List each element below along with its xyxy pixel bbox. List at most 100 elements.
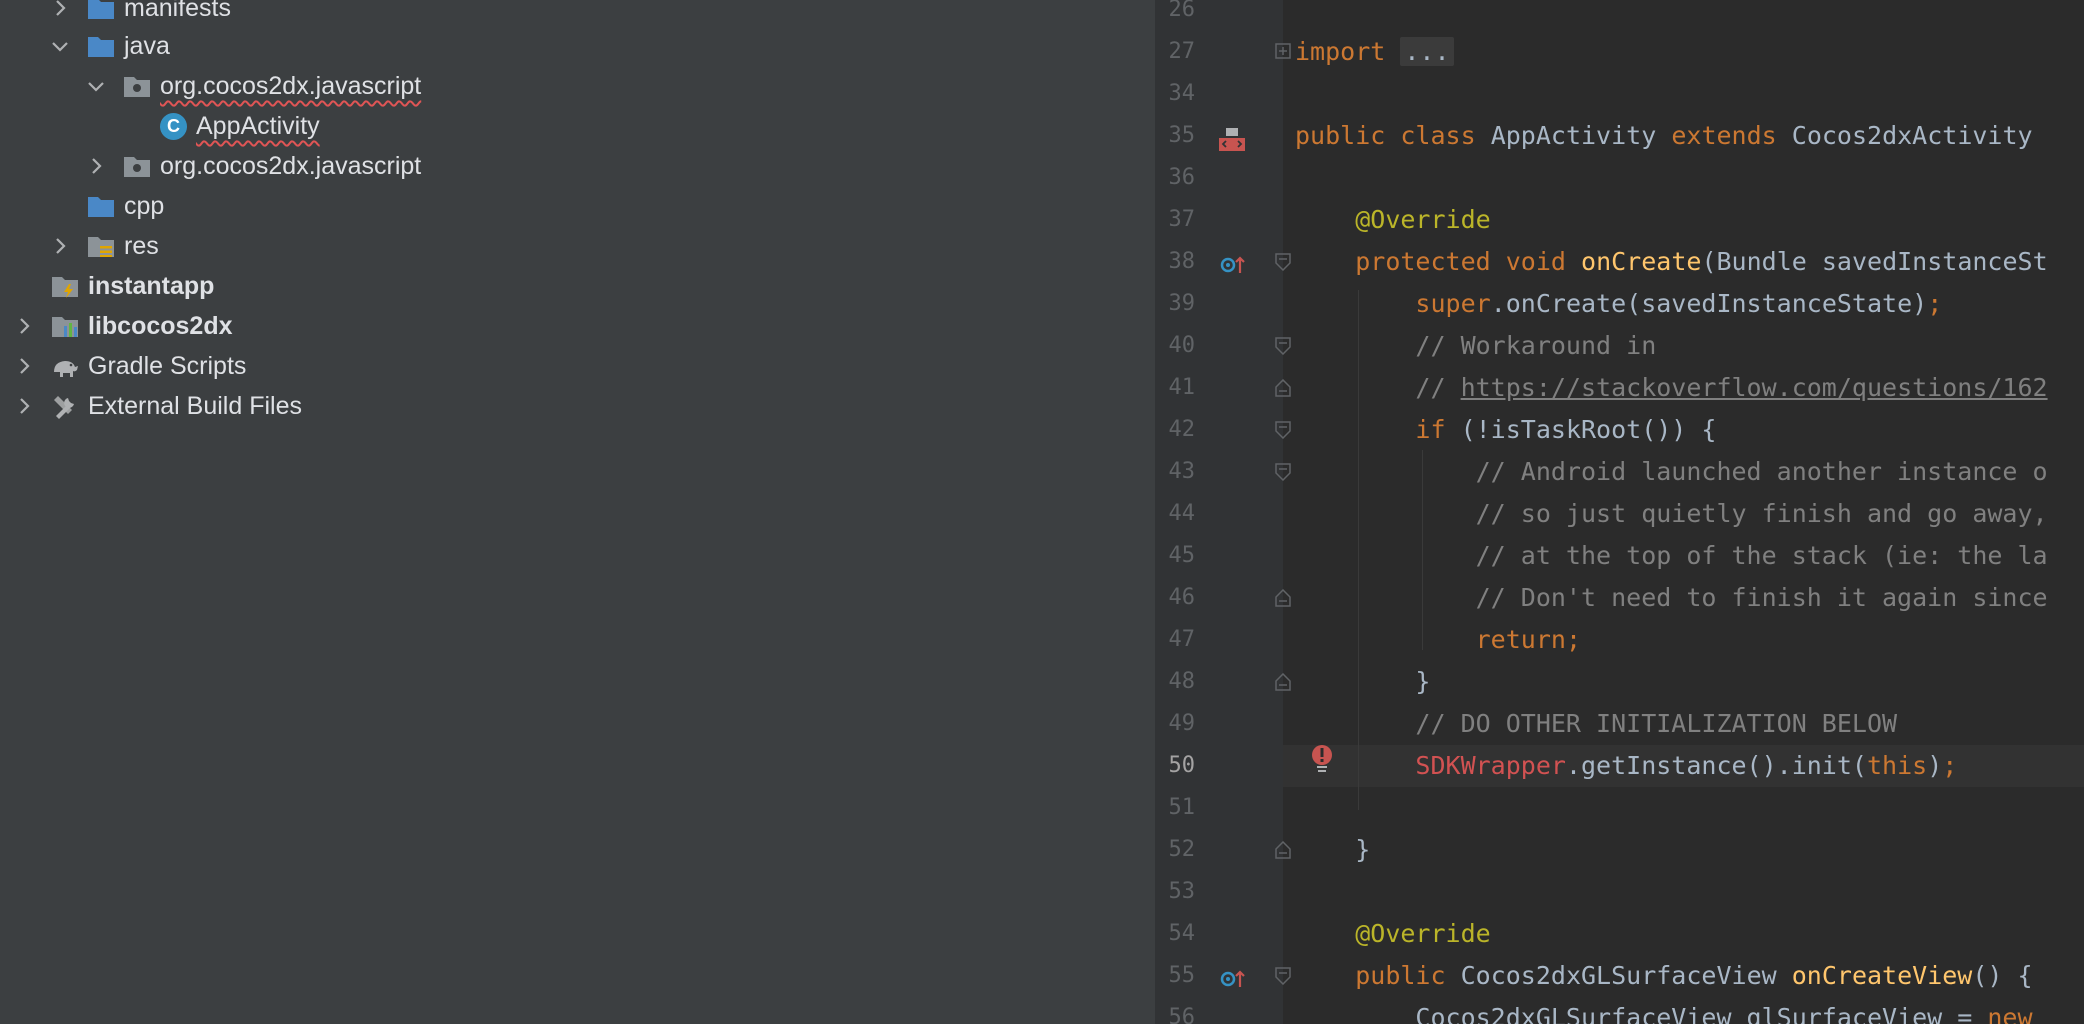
fold-end-icon[interactable]	[1275, 589, 1291, 607]
folded-imports[interactable]: ...	[1400, 37, 1454, 66]
package-folder-icon	[122, 152, 152, 180]
fold-collapse-icon[interactable]	[1275, 253, 1291, 271]
code-line[interactable]: // Workaround in	[1295, 325, 2084, 367]
fold-collapse-icon[interactable]	[1275, 421, 1291, 439]
chevron-down-icon[interactable]	[84, 74, 108, 98]
line-number: 36	[1168, 165, 1196, 190]
code-line[interactable]: // DO OTHER INITIALIZATION BELOW	[1295, 703, 2084, 745]
build-tools-icon	[50, 392, 80, 420]
line-number: 47	[1168, 627, 1196, 652]
tree-item-package[interactable]: org.cocos2dx.javascript	[0, 146, 1155, 186]
tree-item-java[interactable]: java	[0, 26, 1155, 66]
folder-icon	[86, 192, 116, 220]
package-folder-icon	[122, 72, 152, 100]
tree-item-res[interactable]: res	[0, 226, 1155, 266]
code-line[interactable]: // so just quietly finish and go away,	[1295, 493, 2084, 535]
code-line[interactable]: @Override	[1295, 913, 2084, 955]
tree-item-appactivity[interactable]: C AppActivity	[0, 106, 1155, 146]
line-number: 51	[1168, 795, 1196, 820]
code-line[interactable]: // https://stackoverflow.com/questions/1…	[1295, 367, 2084, 409]
tree-item-manifests[interactable]: manifests	[0, 0, 1155, 28]
tree-item-external-build-files[interactable]: External Build Files	[0, 386, 1155, 426]
code-line[interactable]: @Override	[1295, 199, 2084, 241]
line-number: 45	[1168, 543, 1196, 568]
tree-item-package[interactable]: org.cocos2dx.javascript	[0, 66, 1155, 106]
tree-item-label: AppActivity	[196, 112, 320, 140]
fold-collapse-icon[interactable]	[1275, 967, 1291, 985]
tree-item-label: org.cocos2dx.javascript	[160, 72, 422, 100]
code-line[interactable]: if (!isTaskRoot()) {	[1295, 409, 2084, 451]
fold-end-icon[interactable]	[1275, 673, 1291, 691]
line-number: 42	[1168, 417, 1196, 442]
code-line[interactable]: }	[1295, 829, 2084, 871]
project-tree-panel: manifests java org.cocos2dx.javascript C…	[0, 0, 1155, 1024]
code-editor[interactable]: 26 27 34 35 36 37 38 39 40 41 42 43 44 4…	[1155, 0, 2084, 1024]
tree-item-label: Gradle Scripts	[88, 352, 247, 380]
fold-end-icon[interactable]	[1275, 841, 1291, 859]
tree-item-instantapp[interactable]: instantapp	[0, 266, 1155, 306]
folder-icon	[86, 32, 116, 60]
line-number: 46	[1168, 585, 1196, 610]
code-line[interactable]	[1295, 73, 2084, 115]
folder-icon	[86, 0, 116, 22]
code-line[interactable]	[1295, 787, 2084, 829]
module-folder-icon	[50, 272, 80, 300]
tree-item-label: java	[124, 32, 170, 60]
class-icon: C	[160, 113, 187, 140]
line-number: 41	[1168, 375, 1196, 400]
line-number: 43	[1168, 459, 1196, 484]
code-line[interactable]: return;	[1295, 619, 2084, 661]
line-number: 54	[1168, 921, 1196, 946]
line-number: 39	[1168, 291, 1196, 316]
code-line[interactable]	[1295, 157, 2084, 199]
tree-item-gradle-scripts[interactable]: Gradle Scripts	[0, 346, 1155, 386]
line-number: 35	[1155, 115, 1283, 157]
line-number: 53	[1168, 879, 1196, 904]
chevron-right-icon[interactable]	[48, 0, 72, 20]
fold-collapse-icon[interactable]	[1275, 463, 1291, 481]
chevron-right-icon[interactable]	[12, 394, 36, 418]
chevron-right-icon[interactable]	[84, 154, 108, 178]
line-number: 44	[1168, 501, 1196, 526]
line-number: 34	[1168, 81, 1196, 106]
code-line[interactable]: public Cocos2dxGLSurfaceView onCreateVie…	[1295, 955, 2084, 997]
gradle-elephant-icon	[50, 352, 80, 380]
line-number: 27	[1168, 39, 1196, 64]
chevron-right-icon[interactable]	[12, 314, 36, 338]
unresolved-symbol[interactable]: SDKWrapper	[1415, 751, 1566, 780]
line-number: 49	[1168, 711, 1196, 736]
line-number: 55	[1155, 955, 1283, 997]
code-line[interactable]: }	[1295, 661, 2084, 703]
code-line[interactable]: protected void onCreate(Bundle savedInst…	[1295, 241, 2084, 283]
line-number: 52	[1168, 837, 1196, 862]
code-line[interactable]: SDKWrapper.getInstance().init(this);	[1295, 745, 2084, 787]
tree-item-label: instantapp	[88, 272, 215, 300]
line-number: 38	[1155, 241, 1283, 283]
resources-folder-icon	[86, 232, 116, 260]
code-line[interactable]	[1295, 871, 2084, 913]
line-number-gutter[interactable]: 26 27 34 35 36 37 38 39 40 41 42 43 44 4…	[1155, 0, 1291, 1024]
code-line[interactable]: super.onCreate(savedInstanceState);	[1295, 283, 2084, 325]
line-number-current: 50	[1168, 753, 1196, 778]
code-line[interactable]	[1295, 0, 2084, 31]
tree-item-cpp[interactable]: cpp	[0, 186, 1155, 226]
tree-item-label: cpp	[124, 192, 165, 220]
tree-item-libcocos2dx[interactable]: libcocos2dx	[0, 306, 1155, 346]
line-number: 48	[1168, 669, 1196, 694]
library-module-icon	[50, 312, 80, 340]
chevron-down-icon[interactable]	[48, 34, 72, 58]
fold-end-icon[interactable]	[1275, 379, 1291, 397]
code-line[interactable]: // Android launched another instance o	[1295, 451, 2084, 493]
code-line[interactable]: Cocos2dxGLSurfaceView glSurfaceView = ne…	[1295, 997, 2084, 1024]
stackoverflow-link[interactable]: https://stackoverflow.com/questions/162	[1461, 373, 2048, 402]
code-line[interactable]: public class AppActivity extends Cocos2d…	[1295, 115, 2084, 157]
line-number: 40	[1168, 333, 1196, 358]
chevron-right-icon[interactable]	[48, 234, 72, 258]
code-line[interactable]: // at the top of the stack (ie: the la	[1295, 535, 2084, 577]
fold-collapse-icon[interactable]	[1275, 337, 1291, 355]
fold-expand-icon[interactable]	[1275, 43, 1291, 61]
tree-item-label: org.cocos2dx.javascript	[160, 152, 422, 180]
code-line[interactable]: // Don't need to finish it again since	[1295, 577, 2084, 619]
chevron-right-icon[interactable]	[12, 354, 36, 378]
code-line[interactable]: import ...	[1295, 31, 2084, 73]
